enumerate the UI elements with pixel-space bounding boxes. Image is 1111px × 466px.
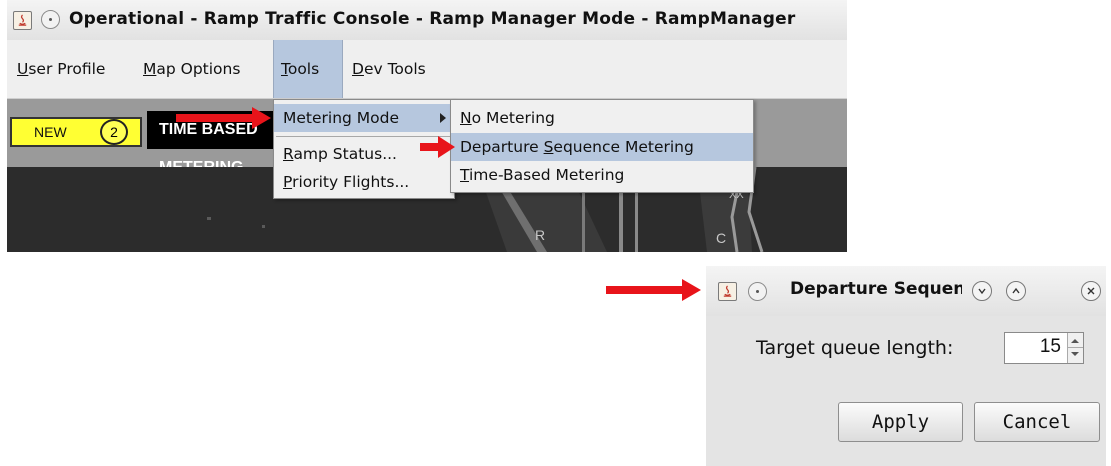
annotation-arrow-icon [420, 136, 455, 158]
departure-sequence-dialog: Departure Sequence Metering Target queue… [706, 266, 1106, 466]
maximize-icon[interactable] [1006, 281, 1026, 301]
spinner-divider [1068, 347, 1083, 348]
spinner-up-icon[interactable] [1071, 339, 1079, 343]
map-label-c: C [716, 230, 727, 246]
menu-map-options[interactable]: Map Options [136, 40, 247, 98]
menu-item-no-metering[interactable]: No Metering [451, 104, 753, 132]
menu-user-profile[interactable]: User Profile [10, 40, 112, 98]
java-app-icon[interactable] [13, 11, 32, 30]
menu-item-label: Metering Mode [283, 109, 400, 127]
menu-item-departure-sequence-metering[interactable]: Departure Sequence Metering [451, 133, 753, 161]
dialog-body: Target queue length: 15 Apply Cancel [706, 316, 1106, 466]
menu-item-label: Priority Flights... [283, 173, 410, 191]
menu-label: Dev Tools [352, 60, 426, 78]
new-label: NEW [34, 124, 67, 140]
menu-item-label: Ramp Status... [283, 145, 397, 163]
menu-item-label: Time-Based Metering [460, 166, 625, 184]
dialog-title: Departure Sequence Metering [790, 279, 962, 299]
window-title: Operational - Ramp Traffic Console - Ram… [69, 9, 796, 29]
queue-length-label: Target queue length: [756, 337, 954, 359]
menu-label: Tools [281, 60, 320, 78]
close-icon[interactable] [1081, 281, 1101, 301]
cancel-button[interactable]: Cancel [974, 402, 1100, 442]
menu-item-priority-flights[interactable]: Priority Flights... [274, 168, 454, 196]
minimize-icon[interactable] [972, 281, 992, 301]
dialog-titlebar: Departure Sequence Metering [706, 266, 1106, 316]
menubar: User Profile Map Options Tools Dev Tools [7, 40, 847, 99]
spinner-down-icon[interactable] [1071, 352, 1079, 356]
annotation-arrow-icon [606, 279, 701, 301]
menu-tools[interactable]: Tools [273, 40, 343, 98]
main-titlebar: Operational - Ramp Traffic Console - Ram… [7, 0, 847, 40]
window-menu-icon[interactable] [41, 10, 60, 29]
java-app-icon[interactable] [718, 282, 737, 301]
new-count-badge: 2 [100, 119, 128, 145]
map-label-r: R [535, 227, 546, 243]
menu-label: Map Options [143, 60, 241, 78]
menu-item-label: Departure Sequence Metering [460, 138, 694, 156]
queue-length-spinner[interactable]: 15 [1004, 332, 1084, 364]
window-menu-icon[interactable] [748, 282, 767, 301]
metering-mode-submenu: No Metering Departure Sequence Metering … [450, 99, 754, 193]
menu-item-time-based-metering[interactable]: Time-Based Metering [451, 161, 753, 189]
dialog-title-clip: Departure Sequence Metering [790, 266, 962, 316]
spinner-buttons [1067, 333, 1083, 363]
menu-item-metering-mode[interactable]: Metering Mode [274, 104, 454, 132]
menu-label: User Profile [17, 60, 106, 78]
apply-button[interactable]: Apply [838, 402, 963, 442]
submenu-arrow-icon [440, 113, 446, 123]
menu-dev-tools[interactable]: Dev Tools [345, 40, 433, 98]
menu-item-label: No Metering [460, 109, 555, 127]
queue-length-value[interactable]: 15 [1040, 336, 1061, 358]
annotation-arrow-icon [176, 107, 271, 129]
new-flights-button[interactable]: NEW 2 [10, 117, 142, 147]
